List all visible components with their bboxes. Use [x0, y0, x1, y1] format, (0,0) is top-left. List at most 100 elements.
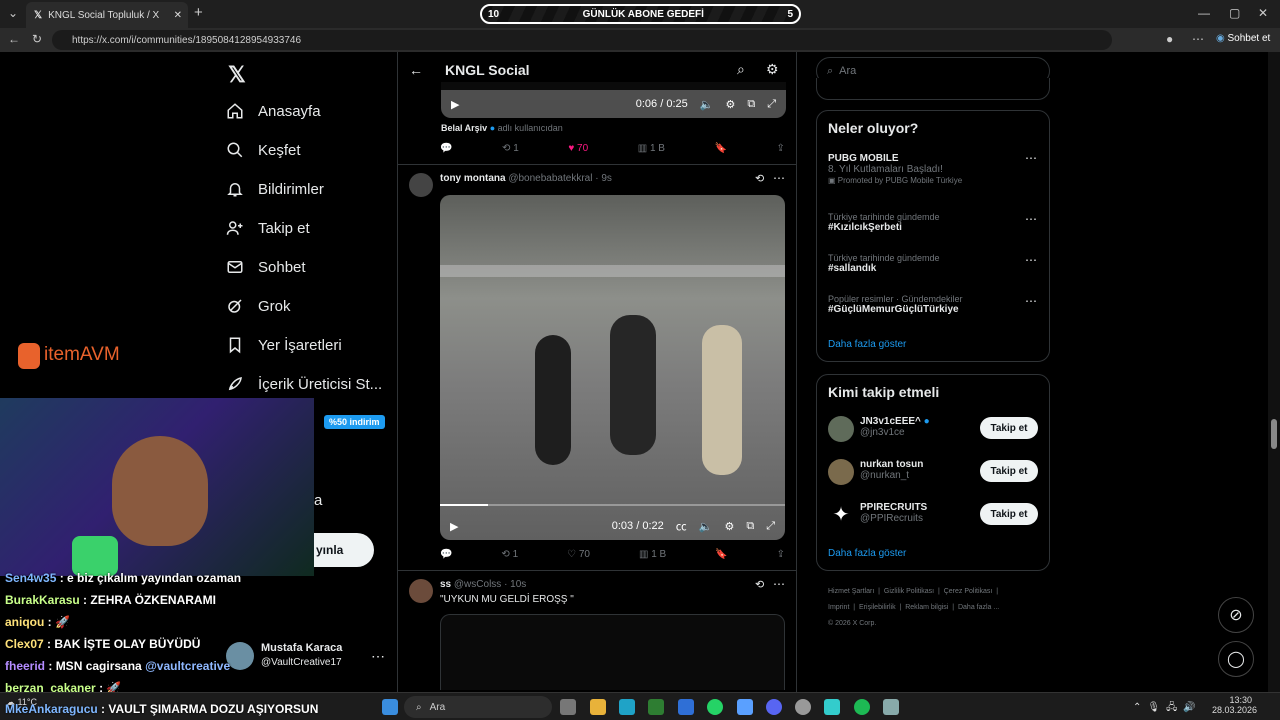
app-icon[interactable]	[737, 699, 753, 715]
header-settings-icon[interactable]: ⚙	[766, 61, 779, 78]
follow-button[interactable]: Takip et	[980, 417, 1038, 439]
follow-button[interactable]: Takip et	[980, 503, 1038, 525]
footer-link[interactable]: Imprint	[828, 604, 849, 611]
avatar[interactable]	[409, 579, 433, 603]
window-close-icon[interactable]: ✕	[1258, 6, 1268, 20]
store-icon[interactable]	[648, 699, 664, 715]
back-arrow-icon[interactable]: ←	[409, 62, 423, 78]
trend-item[interactable]: Türkiye tarihinde gündemde #KızılcıkŞerb…	[828, 212, 940, 233]
bookmark-icon[interactable]: 🔖	[715, 143, 727, 154]
reply-icon[interactable]: 💬	[440, 143, 452, 154]
footer-link[interactable]: Çerez Politikası	[944, 588, 993, 595]
trends-show-more-link[interactable]: Daha fazla göster	[828, 339, 906, 350]
views-button[interactable]: ▥ 1 B	[639, 549, 666, 560]
edge-icon[interactable]	[619, 699, 635, 715]
trend-more-icon[interactable]: ⋯	[1025, 294, 1037, 308]
avatar[interactable]	[409, 173, 433, 197]
footer-link[interactable]: Reklam bilgisi	[905, 604, 948, 611]
trend-more-icon[interactable]: ⋯	[1025, 151, 1037, 165]
nav-label-partial[interactable]: a	[314, 492, 322, 509]
pip-icon[interactable]: ⧉	[746, 520, 754, 533]
repost-button[interactable]: ⟲ 1	[501, 549, 518, 560]
profile-avatar[interactable]: ●	[1166, 32, 1173, 46]
clock[interactable]: 13:30 28.03.2026	[1212, 695, 1257, 715]
minimize-icon[interactable]: —	[1198, 6, 1210, 20]
maximize-icon[interactable]: ▢	[1229, 6, 1240, 20]
account-name[interactable]: Mustafa Karaca	[261, 642, 342, 654]
nav-item-follow[interactable]: Takip et	[226, 213, 310, 243]
account-more-icon[interactable]: ⋯	[371, 648, 385, 665]
footer-link[interactable]: Daha fazla ...	[958, 604, 999, 611]
avatar[interactable]	[828, 416, 854, 442]
system-tray-icons[interactable]: ⌃🎙🖧🔊	[1133, 700, 1202, 717]
back-icon[interactable]: ←	[8, 32, 20, 46]
suggested-user[interactable]: PPIRECRUITS @PPIRecruits	[860, 502, 927, 524]
video-player[interactable]	[440, 614, 785, 690]
new-tab-icon[interactable]: +	[194, 4, 203, 21]
spotify-icon[interactable]	[854, 699, 870, 715]
tab-close-icon[interactable]: ✕	[174, 10, 182, 21]
trend-more-icon[interactable]: ⋯	[1025, 212, 1037, 226]
taskbar-search-input[interactable]: ⌕ Ara	[404, 696, 552, 718]
file-explorer-icon[interactable]	[590, 699, 606, 715]
grok-fab[interactable]: ⊘	[1218, 597, 1254, 633]
nav-item-notifications[interactable]: Bildirimler	[226, 174, 324, 204]
nav-item-home[interactable]: Anasayfa	[226, 96, 321, 126]
volume-icon[interactable]: 🔈	[700, 98, 714, 111]
whatsapp-icon[interactable]	[707, 699, 723, 715]
nav-item-messages[interactable]: Sohbet	[226, 252, 306, 282]
share-icon[interactable]: ⇪	[777, 549, 785, 560]
post-more-icon[interactable]: ⋯	[773, 577, 785, 591]
author-name[interactable]: ss	[440, 579, 451, 590]
suggested-user[interactable]: JN3v1cEEE^ ● @jn3v1ce	[860, 416, 930, 438]
browser-tab[interactable]: 𝕏 KNGL Social Topluluk / X ✕	[26, 2, 188, 28]
bookmark-icon[interactable]: 🔖	[715, 549, 727, 560]
share-icon[interactable]: ⇪	[777, 143, 785, 154]
start-icon[interactable]	[382, 699, 398, 715]
reply-icon[interactable]: 💬	[440, 549, 452, 560]
scrollbar-thumb[interactable]	[1271, 419, 1277, 449]
header-search-icon[interactable]: ⌕	[737, 61, 745, 78]
follow-button[interactable]: Takip et	[980, 460, 1038, 482]
url-field[interactable]: https://x.com/i/communities/189508412895…	[52, 30, 1112, 50]
ppi-logo-icon[interactable]: ✦	[828, 502, 854, 528]
trend-more-icon[interactable]: ⋯	[1025, 253, 1037, 267]
video-settings-icon[interactable]: ⚙	[725, 98, 735, 111]
x-logo-icon[interactable]: 𝕏	[228, 62, 246, 88]
author-name[interactable]: tony montana	[440, 173, 506, 184]
task-view-icon[interactable]	[560, 699, 576, 715]
follow-show-more-link[interactable]: Daha fazla göster	[828, 548, 906, 559]
nav-item-bookmarks[interactable]: Yer İşaretleri	[226, 330, 342, 360]
fullscreen-icon[interactable]: ⤢	[766, 520, 775, 533]
nav-item-grok[interactable]: Grok	[226, 291, 291, 321]
video-progress-bar[interactable]	[440, 504, 785, 506]
trend-item[interactable]: PUBG MOBILE 8. Yıl Kutlamaları Başladı! …	[828, 153, 1038, 186]
trend-item[interactable]: Popüler resimler · Gündemdekiler #GüçlüM…	[828, 294, 963, 315]
suggested-user[interactable]: nurkan tosun @nurkan_t	[860, 459, 923, 481]
settings-icon[interactable]	[883, 699, 899, 715]
tab-list-icon[interactable]: ⌄	[8, 6, 18, 20]
app-icon[interactable]	[824, 699, 840, 715]
scrollbar[interactable]	[1268, 52, 1280, 692]
obs-icon[interactable]	[795, 699, 811, 715]
grok-post-icon[interactable]: ⟲	[755, 172, 764, 185]
account-avatar[interactable]	[226, 642, 254, 670]
grok-post-icon[interactable]: ⟲	[755, 578, 764, 591]
footer-link[interactable]: Erişilebilirlik	[859, 604, 896, 611]
fullscreen-icon[interactable]: ⤢	[767, 98, 776, 111]
app-icon[interactable]	[678, 699, 694, 715]
nav-item-explore[interactable]: Keşfet	[226, 135, 301, 165]
copilot-chat-button[interactable]: ◉ Sohbet et	[1216, 33, 1270, 44]
play-icon[interactable]: ▶	[451, 98, 459, 111]
messages-fab[interactable]: ◯	[1218, 641, 1254, 677]
more-icon[interactable]: ⋯	[1192, 32, 1204, 46]
trend-item[interactable]: Türkiye tarihinde gündemde #sallandık	[828, 253, 940, 274]
views-button[interactable]: ▥ 1 B	[638, 143, 665, 154]
avatar[interactable]	[828, 459, 854, 485]
refresh-icon[interactable]: ↻	[32, 32, 42, 46]
footer-link[interactable]: Hizmet Şartları	[828, 588, 874, 595]
volume-icon[interactable]: 🔈	[699, 520, 713, 533]
footer-link[interactable]: Gizlilik Politikası	[884, 588, 934, 595]
captions-icon[interactable]: ㏄	[676, 518, 687, 534]
video-player[interactable]: ▶ 0:03 / 0:22 ㏄ 🔈 ⚙ ⧉ ⤢	[440, 195, 785, 540]
